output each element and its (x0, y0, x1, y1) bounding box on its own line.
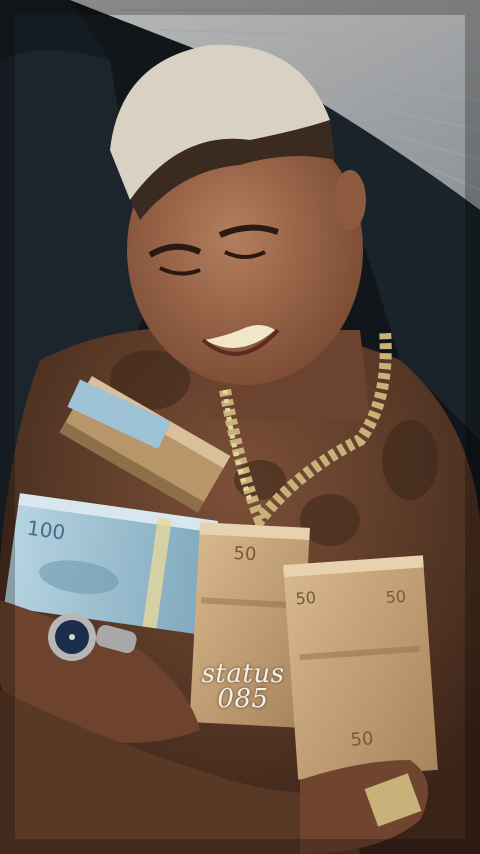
svg-text:50: 50 (350, 728, 374, 751)
svg-text:50: 50 (385, 587, 407, 607)
background-photo: 100 50 50 50 50 (0, 0, 480, 854)
status-watermark: status 085 (190, 661, 296, 714)
svg-text:50: 50 (295, 588, 317, 608)
watermark-line-number: 085 (217, 684, 269, 714)
svg-text:50: 50 (233, 543, 257, 565)
